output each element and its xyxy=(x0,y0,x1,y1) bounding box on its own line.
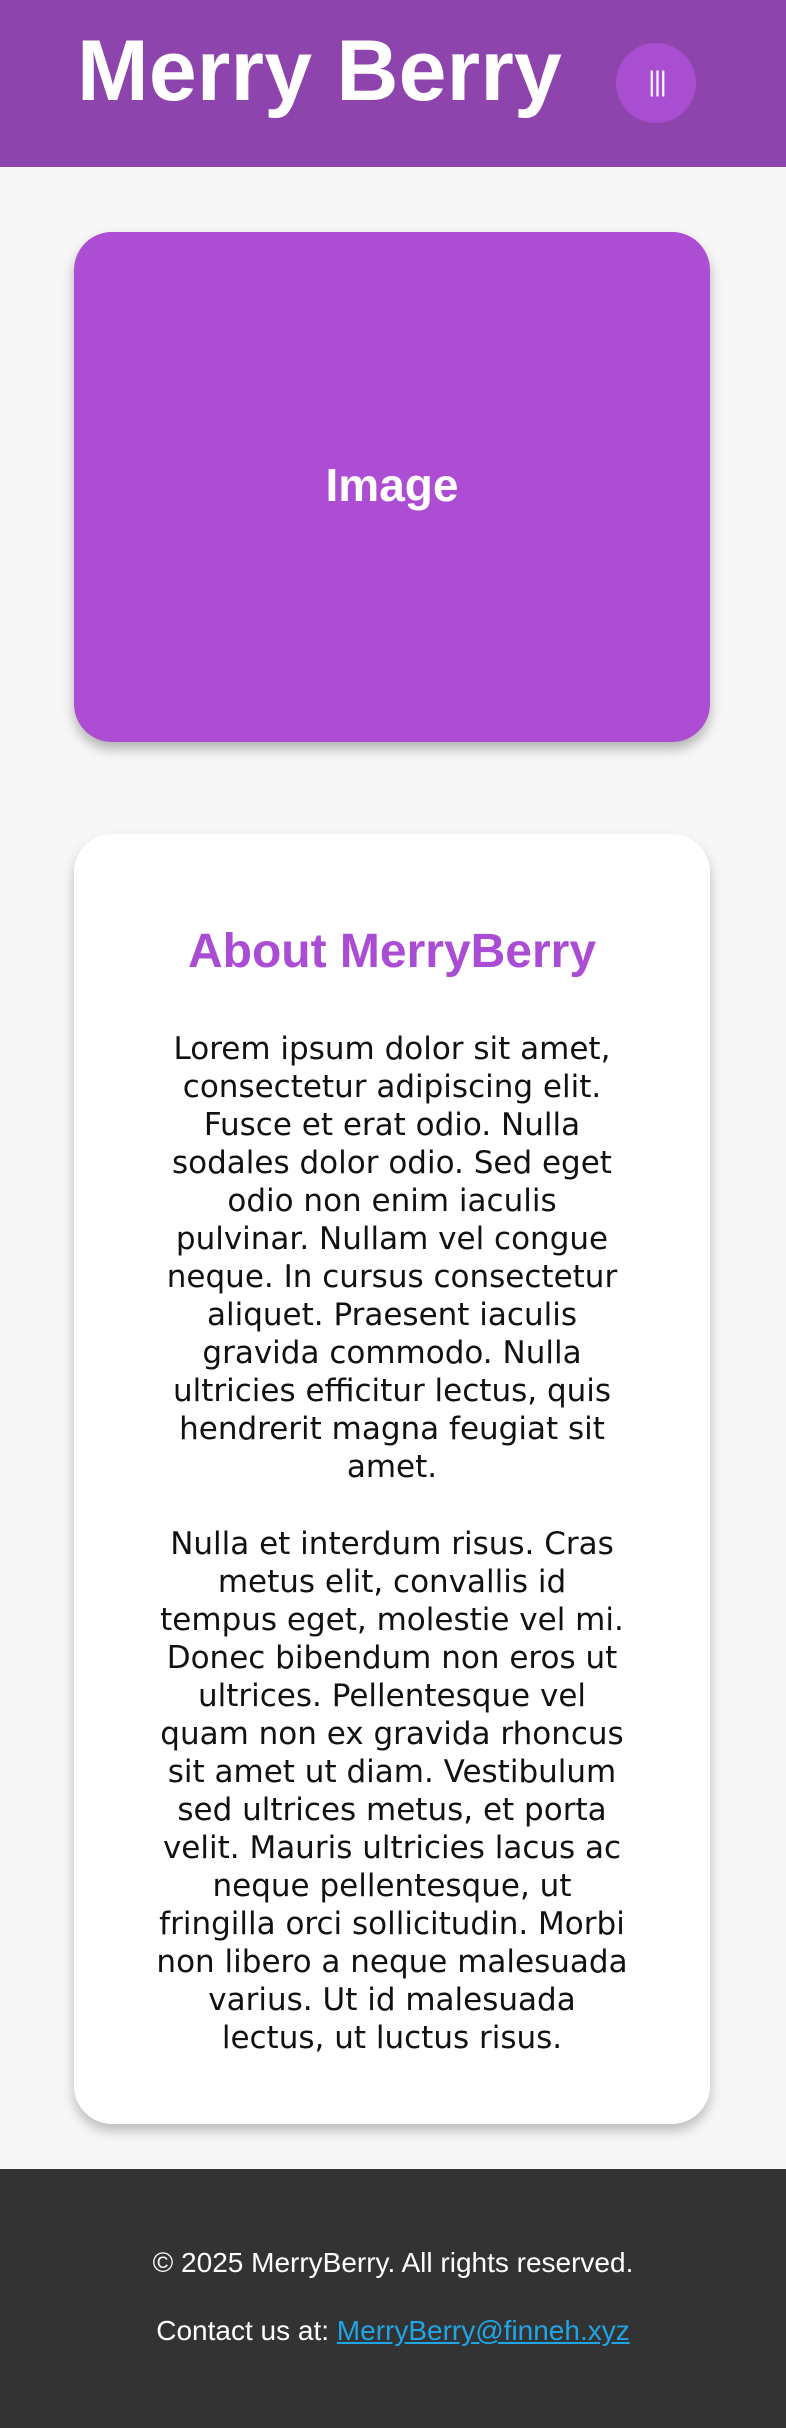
site-title: Merry Berry xyxy=(77,23,563,119)
contact-line: Contact us at: MerryBerry@finneh.xyz xyxy=(0,2313,786,2348)
about-paragraph-2: Nulla et interdum risus. Cras metus elit… xyxy=(156,1526,628,2057)
about-paragraph-1: Lorem ipsum dolor sit amet, consectetur … xyxy=(166,1031,618,1486)
about-card: About MerryBerry Lorem ipsum dolor sit a… xyxy=(74,834,710,2124)
copyright-text: © 2025 MerryBerry. All rights reserved. xyxy=(152,2247,634,2278)
contact-email-link[interactable]: MerryBerry@finneh.xyz xyxy=(337,2315,630,2346)
menu-button[interactable]: ||| xyxy=(616,43,696,123)
menu-icon: ||| xyxy=(647,67,667,97)
about-copy: Lorem ipsum dolor sit amet, consectetur … xyxy=(156,1030,628,2057)
site-header: Merry Berry ||| xyxy=(0,0,786,167)
image-label: Image xyxy=(325,459,459,511)
site-footer: © 2025 MerryBerry. All rights reserved. … xyxy=(0,2169,786,2428)
contact-prefix: Contact us at: xyxy=(156,2315,330,2346)
hero-image-placeholder: Image xyxy=(74,232,710,742)
about-title: About MerryBerry xyxy=(187,925,597,978)
